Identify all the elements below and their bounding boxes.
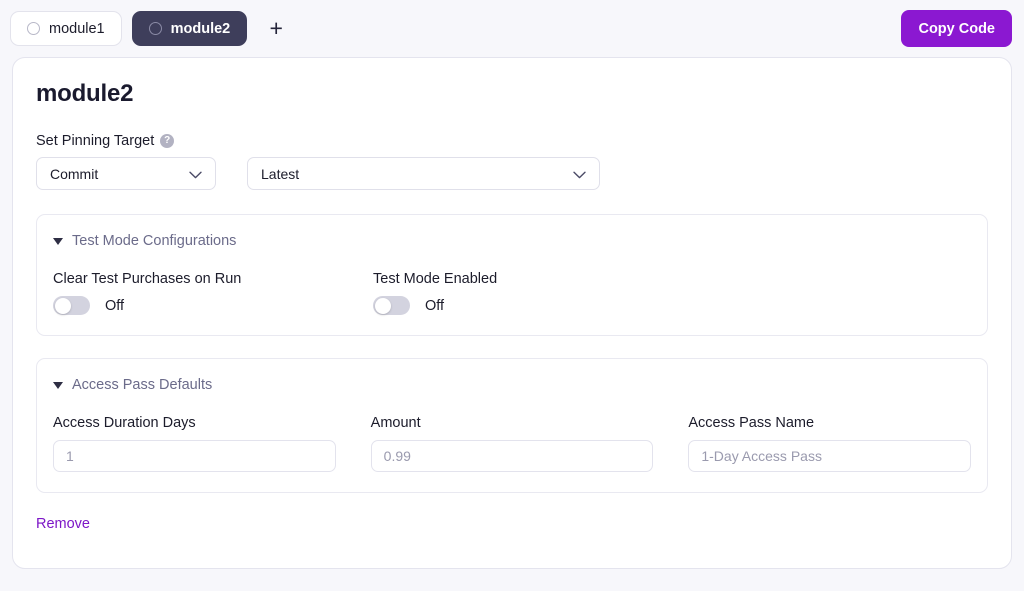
remove-module-link[interactable]: Remove [36,516,90,532]
tab-label: module1 [49,20,105,37]
pinning-target-label: Set Pinning Target [36,133,155,149]
top-toolbar: module1 module2 + Copy Code [0,0,1024,57]
field-access-pass-name: Access Pass Name [688,415,972,472]
section-header-access-pass[interactable]: Access Pass Defaults [53,377,971,393]
help-circle-icon[interactable]: ? [160,134,175,148]
access-duration-days-input[interactable] [53,440,336,472]
chevron-down-icon [573,166,586,182]
copy-code-button[interactable]: Copy Code [901,10,1012,47]
access-pass-name-input[interactable] [688,440,972,472]
pinning-type-value: Commit [50,165,99,182]
pinning-type-select[interactable]: Commit [36,157,216,190]
test-mode-toggle-group: Clear Test Purchases on Run Off Test Mod… [53,271,971,315]
tab-module2[interactable]: module2 [131,11,248,46]
section-test-mode-configurations: Test Mode Configurations Clear Test Purc… [36,214,988,336]
caret-down-icon [53,237,63,245]
caret-down-icon [53,381,63,389]
radio-circle-icon [27,22,40,35]
pinning-target-controls: Commit Latest [36,157,988,190]
toggle-label: Clear Test Purchases on Run [53,271,242,287]
pinning-target-label-row: Set Pinning Target ? [36,133,988,149]
chevron-down-icon [189,166,202,182]
toggle-clear-test-purchases: Clear Test Purchases on Run Off [53,271,373,315]
access-pass-field-group: Access Duration Days Amount Access Pass … [53,415,972,472]
section-access-pass-defaults: Access Pass Defaults Access Duration Day… [36,358,988,493]
section-title: Access Pass Defaults [72,377,213,393]
toggle-state-text: Off [105,297,125,314]
tab-module1[interactable]: module1 [10,11,122,46]
clear-test-purchases-switch[interactable] [53,296,90,315]
radio-circle-icon [148,22,162,35]
module-tab-list: module1 module2 + [10,11,289,46]
input-label: Access Duration Days [53,415,196,431]
pinning-value-text: Latest [261,165,300,182]
field-amount: Amount [370,415,654,472]
section-header-test-mode[interactable]: Test Mode Configurations [53,233,971,249]
page-title: module2 [36,80,134,107]
switch-knob [54,297,71,314]
module-config-card: module2 Set Pinning Target ? Commit Late… [12,57,1012,569]
input-label: Access Pass Name [688,415,815,431]
field-access-duration-days: Access Duration Days [53,415,336,472]
test-mode-enabled-switch[interactable] [373,296,410,315]
add-tab-button[interactable]: + [263,16,289,42]
input-label: Amount [370,415,421,431]
toggle-state-text: Off [425,297,445,314]
toggle-test-mode-enabled: Test Mode Enabled Off [373,271,693,315]
amount-input[interactable] [370,440,654,472]
pinning-value-select[interactable]: Latest [247,157,600,190]
toggle-label: Test Mode Enabled [373,271,498,287]
section-title: Test Mode Configurations [72,233,237,249]
switch-knob [374,297,391,314]
tab-label: module2 [170,20,231,37]
